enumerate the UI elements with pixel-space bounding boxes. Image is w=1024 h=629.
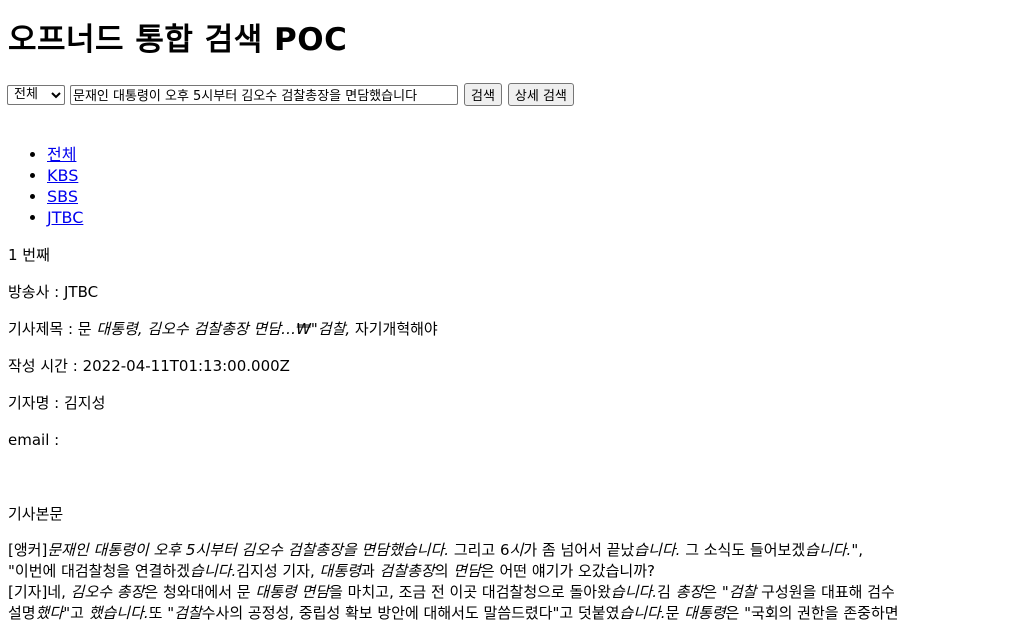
article-body-line: [기자]네, 김오수 총장은 청와대에서 문 대통령 면담을 마치고, 조금 전… [8,582,1024,603]
tab-all: 전체 [47,144,83,165]
body-highlight: 대통령 [319,562,361,580]
article-title-label: 기사제목 : [8,320,78,338]
tab-link-jtbc[interactable]: JTBC [47,208,83,227]
article-body-label: 기사본문 [8,505,64,523]
body-highlight: 대통령 면담 [255,583,330,601]
written-time-label: 작성 시간 : [8,357,83,375]
tab-link-sbs[interactable]: SBS [47,187,78,206]
written-time-field: 작성 시간 : 2022-04-11T01:13:00.000Z [8,356,290,377]
article-title-field: 기사제목 : 문 대통령, 김오수 검찰총장 면담…₩"검찰, 자기개혁해야 [8,319,438,340]
body-text: "이번에 대검찰청을 연결하겠 [8,562,191,580]
body-highlight: 습니다. [634,541,681,559]
tab-link-all[interactable]: 전체 [47,145,76,164]
reporter-label: 기자명 : [8,394,64,412]
body-text: 또 " [148,604,175,622]
body-highlight: 검찰 [728,583,757,601]
body-text: 을 마치고, 조금 전 이곳 대검찰청으로 돌아왔 [329,583,611,601]
broadcaster-field: 방송사 : JTBC [8,282,98,303]
reporter-field: 기자명 : 김지성 [8,393,105,414]
body-highlight: 습니다. [805,541,852,559]
body-text: 가 좀 넘어서 끝났 [523,541,635,559]
body-text: 그 소식도 들어보겠 [680,541,806,559]
article-title-part: 자기개혁해야 [350,320,438,338]
page-title: 오프너드 통합 검색 POC [8,22,348,58]
body-text: "고 [63,604,89,622]
body-highlight: 총장 [675,583,704,601]
page: 오프너드 통합 검색 POC 전체 검색 상세 검색 전체 KBS SBS JT… [0,0,1024,629]
result-index: 1 번째 [8,246,50,264]
reporter-value: 김지성 [64,394,106,412]
article-body: [앵커]문재인 대통령이 오후 5시부터 김오수 검찰총장을 면담했습니다. 그… [8,540,1024,624]
tab-link-kbs[interactable]: KBS [47,166,78,185]
search-input[interactable] [70,84,458,105]
body-text: 의 [434,562,454,580]
email-field: email : [8,430,59,451]
body-text: 수사의 공정성, 중립성 확보 방안에 대해서도 말씀드렸다"고 덧붙였 [201,604,620,622]
broadcaster-value: JTBC [64,283,99,301]
search-button[interactable]: 검색 [464,83,502,106]
body-text: 은 " [703,583,729,601]
broadcaster-label: 방송사 : [8,283,64,301]
body-text: 은 청와대에서 문 [144,583,256,601]
body-text: ", [851,541,863,559]
body-text: [기자]네, [8,583,71,601]
body-text: 구성원을 대표해 검수 [756,583,895,601]
body-highlight: 문재인 대통령이 오후 5시부터 김오수 검찰총장을 면담했습니다. [47,541,450,559]
body-highlight: 했다 [35,604,64,622]
body-text: 문 [665,604,685,622]
body-highlight: 면담 [453,562,481,580]
body-highlight: 습니다. [610,583,658,601]
body-highlight: 김오수 총장 [70,583,145,601]
body-text: 김 [657,583,676,601]
tab-jtbc: JTBC [47,207,83,228]
body-text: 은 "국회의 권한을 존중하면 [725,604,899,622]
body-text: 김지성 기자, [236,562,320,580]
body-highlight: 시 [509,541,524,559]
body-text: 그리고 6 [449,541,510,559]
tab-sbs: SBS [47,186,83,207]
body-highlight: 대통령 [684,604,726,622]
tab-kbs: KBS [47,165,83,186]
scope-select[interactable]: 전체 [7,84,65,105]
body-highlight: 했습니다. [88,604,149,622]
article-title-part: 문 [77,320,97,338]
email-label: email : [8,431,60,449]
article-title-highlight: 대통령, 김오수 검찰총장 면담…₩"검찰, [96,320,351,338]
advanced-search-button[interactable]: 상세 검색 [507,83,574,106]
written-time-value: 2022-04-11T01:13:00.000Z [82,357,290,375]
body-highlight: 습니다. [190,562,237,580]
body-highlight: 검찰총장 [379,562,435,580]
body-text: 과 [360,562,380,580]
body-highlight: 습니다. [619,604,666,622]
search-form: 전체 검색 상세 검색 [7,83,574,106]
body-text: [앵커] [8,541,48,559]
body-text: 은 어떤 얘기가 오갔습니까? [480,562,655,580]
article-body-line: [앵커]문재인 대통령이 오후 5시부터 김오수 검찰총장을 면담했습니다. 그… [8,540,1024,561]
body-highlight: 검찰 [174,604,202,622]
body-text: 설명 [8,604,36,622]
article-body-line: 설명했다"고 했습니다.또 "검찰수사의 공정성, 중립성 확보 방안에 대해서… [8,603,1024,624]
article-body-line: "이번에 대검찰청을 연결하겠습니다.김지성 기자, 대통령과 검찰총장의 면담… [8,561,1024,582]
broadcaster-tabs: 전체 KBS SBS JTBC [0,144,83,228]
